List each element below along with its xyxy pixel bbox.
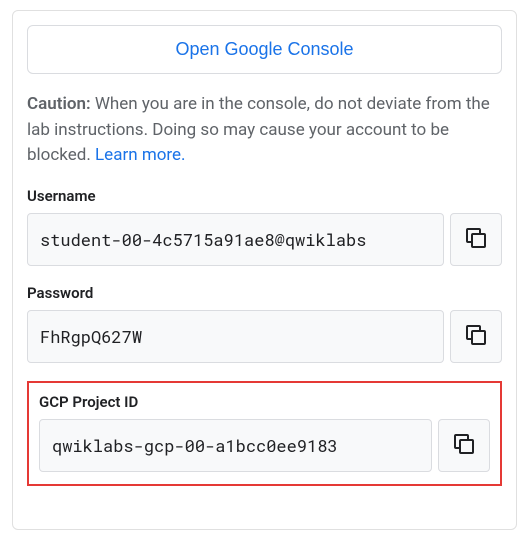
project-id-row: qwiklabs-gcp-00-a1bcc0ee9183 [39, 419, 490, 472]
copy-icon [464, 323, 488, 350]
username-label: Username [27, 187, 502, 205]
copy-icon [452, 432, 476, 459]
username-field-group: Username student-00-4c5715a91ae8@qwiklab… [27, 187, 502, 266]
copy-password-button[interactable] [450, 310, 502, 363]
project-id-field-group: GCP Project ID qwiklabs-gcp-00-a1bcc0ee9… [27, 381, 502, 486]
copy-project-id-button[interactable] [438, 419, 490, 472]
password-row: FhRgpQ627W [27, 310, 502, 363]
copy-username-button[interactable] [450, 213, 502, 266]
open-console-button[interactable]: Open Google Console [27, 25, 502, 74]
username-value[interactable]: student-00-4c5715a91ae8@qwiklabs [27, 213, 444, 266]
credentials-card: Open Google Console Caution: When you ar… [12, 10, 517, 530]
project-id-label: GCP Project ID [39, 393, 490, 411]
learn-more-link[interactable]: Learn more. [95, 145, 186, 165]
project-id-value[interactable]: qwiklabs-gcp-00-a1bcc0ee9183 [39, 419, 432, 472]
caution-text: Caution: When you are in the console, do… [27, 92, 502, 169]
password-field-group: Password FhRgpQ627W [27, 284, 502, 363]
copy-icon [464, 226, 488, 253]
password-label: Password [27, 284, 502, 302]
username-row: student-00-4c5715a91ae8@qwiklabs [27, 213, 502, 266]
password-value[interactable]: FhRgpQ627W [27, 310, 444, 363]
caution-label: Caution: [27, 94, 91, 114]
